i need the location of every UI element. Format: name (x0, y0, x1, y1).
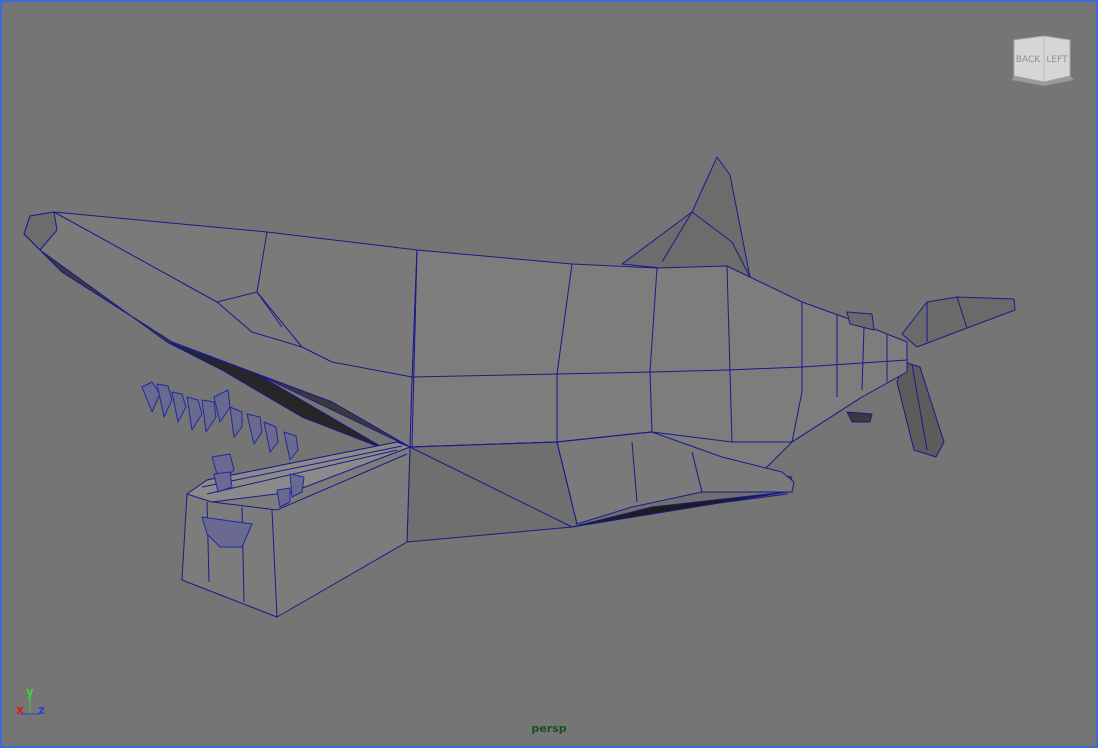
dorsal-fin[interactable] (621, 156, 751, 278)
viewcube-face-left[interactable]: LEFT (1046, 55, 1068, 65)
camera-name-label: persp (531, 722, 567, 735)
tail-fin-lower[interactable] (896, 361, 945, 458)
tail-fin-upper[interactable] (901, 296, 1016, 348)
shark-model[interactable] (2, 2, 1096, 746)
viewcube-face-back[interactable]: BACK (1016, 55, 1041, 65)
axis-y-label: y (26, 685, 34, 699)
viewcube-icon[interactable]: BACK LEFT (1008, 32, 1080, 92)
perspective-viewport[interactable]: BACK LEFT y x z persp (0, 0, 1098, 748)
axis-z-label: z (38, 703, 45, 717)
axis-x-label: x (16, 703, 24, 717)
